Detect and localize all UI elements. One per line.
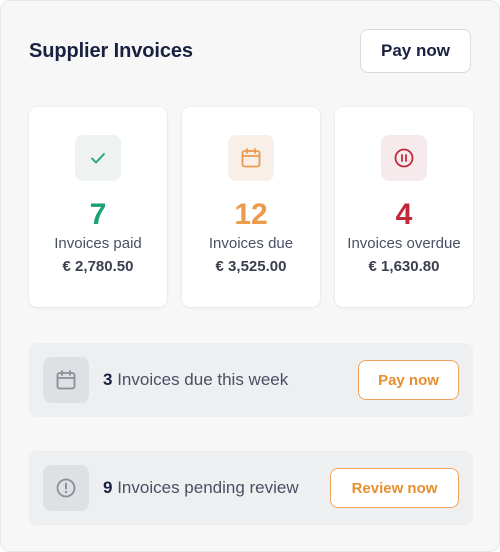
- calendar-icon: [228, 135, 274, 181]
- stat-card-due: 12 Invoices due € 3,525.00: [182, 107, 320, 307]
- stat-label: Invoices overdue: [347, 235, 461, 252]
- row-text: 3 Invoices due this week: [103, 370, 358, 390]
- stat-amount: € 1,630.80: [368, 258, 440, 275]
- page-title: Supplier Invoices: [29, 39, 193, 62]
- panel-header: Supplier Invoices Pay now: [29, 29, 471, 73]
- stat-amount: € 3,525.00: [215, 258, 287, 275]
- stat-count: 4: [395, 198, 413, 231]
- supplier-invoices-panel: Supplier Invoices Pay now 7 Invoices pai…: [0, 0, 500, 552]
- check-icon: [75, 135, 121, 181]
- row-count: 3: [103, 370, 113, 389]
- stat-card-paid: 7 Invoices paid € 2,780.50: [29, 107, 167, 307]
- stat-count: 7: [89, 198, 107, 231]
- row-label: Invoices due this week: [117, 370, 289, 389]
- stat-count: 12: [234, 198, 268, 231]
- row-text: 9 Invoices pending review: [103, 478, 330, 498]
- stat-label: Invoices paid: [54, 235, 142, 252]
- due-this-week-row: 3 Invoices due this week Pay now: [29, 343, 473, 417]
- row-label: Invoices pending review: [117, 478, 299, 497]
- stat-card-overdue: 4 Invoices overdue € 1,630.80: [335, 107, 473, 307]
- row-pay-now-button[interactable]: Pay now: [358, 360, 459, 400]
- calendar-icon: [43, 357, 89, 403]
- pay-now-button[interactable]: Pay now: [360, 29, 471, 73]
- pending-review-row: 9 Invoices pending review Review now: [29, 451, 473, 525]
- stats-cards: 7 Invoices paid € 2,780.50 12 Invoices d…: [29, 107, 473, 307]
- stat-label: Invoices due: [208, 235, 294, 252]
- alert-circle-icon: [43, 465, 89, 511]
- row-count: 9: [103, 478, 113, 497]
- review-now-button[interactable]: Review now: [330, 468, 459, 508]
- stat-amount: € 2,780.50: [62, 258, 134, 275]
- pause-icon: [381, 135, 427, 181]
